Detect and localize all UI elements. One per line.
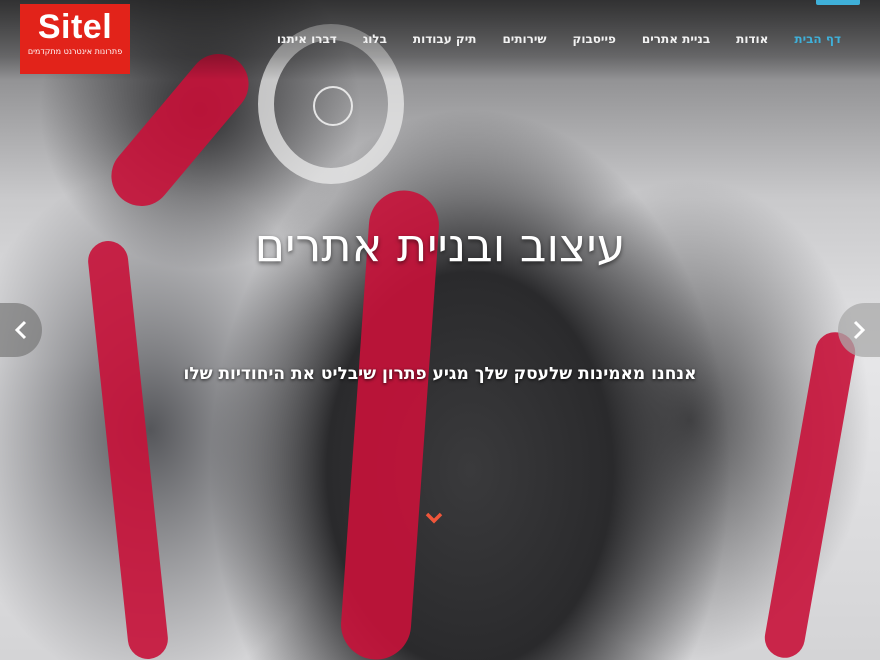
chevron-down-icon (425, 512, 443, 524)
nav-item-blog[interactable]: בלוג (350, 28, 400, 50)
nav-item-contact[interactable]: דברו איתנו (264, 28, 350, 50)
hero-slide-image (0, 0, 880, 660)
paint-stroke (86, 239, 170, 660)
logo-name: Sitel (37, 8, 113, 46)
chevron-left-icon (14, 320, 27, 340)
main-nav: דף הבית אודות בניית אתרים פייסבוק שירותי… (264, 28, 854, 50)
nav-item-portfolio[interactable]: תיק עבודות (400, 28, 490, 50)
nav-item-facebook[interactable]: פייסבוק (560, 28, 629, 50)
header-bar: Sitel פתרונות אינטרנט מתקדמים דף הבית או… (0, 0, 880, 80)
nav-item-services[interactable]: שירותים (489, 28, 559, 50)
hero-subline: אנחנו מאמינות שלעסק שלך מגיע פתרון שיבלי… (183, 364, 697, 384)
scroll-down-button[interactable] (425, 510, 443, 524)
nav-item-about[interactable]: אודות (723, 28, 781, 50)
nav-item-home[interactable]: דף הבית (781, 28, 854, 50)
site-logo[interactable]: Sitel פתרונות אינטרנט מתקדמים (20, 4, 130, 74)
nav-item-website-building[interactable]: בניית אתרים (629, 28, 723, 50)
active-nav-indicator (816, 0, 860, 5)
chevron-right-icon (853, 320, 866, 340)
hero-headline: עיצוב ובניית אתרים (254, 218, 626, 272)
logo-tagline: פתרונות אינטרנט מתקדמים (27, 47, 123, 56)
